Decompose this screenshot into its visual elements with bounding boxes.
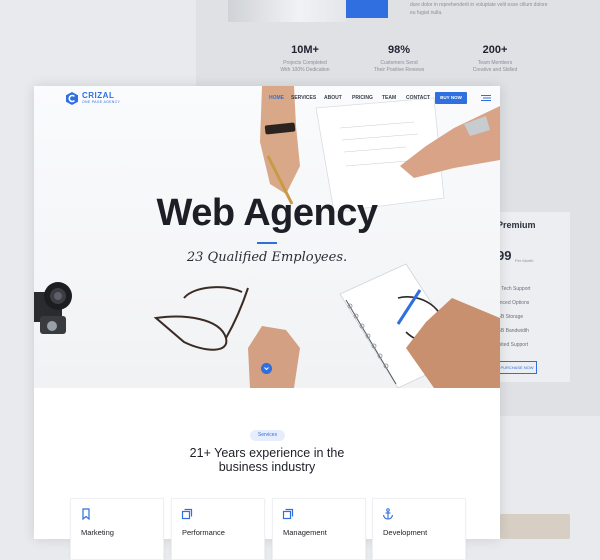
bookmark-icon [82,508,90,520]
headline-underline [257,242,277,244]
nav-item-pricing[interactable]: PRICING [352,95,373,101]
stat-caption: Team Members [477,60,513,66]
service-card-label: Management [283,528,327,537]
stat-item: 10M+ Projects Completed With 100% Dedica… [260,44,350,74]
stat-caption: Creative and Skilled [472,67,518,73]
navbar: CRIZAL ONE PAGE AGENCY HOME SERVICES ABO… [34,86,500,108]
background-blurb-line: eu fugiat nulla. [410,10,443,16]
pricing-feature: anced Options [497,300,530,306]
nav-item-contact[interactable]: CONTACT [406,95,430,101]
scroll-down-icon[interactable] [261,363,272,374]
nav-item-services[interactable]: SERVICES [291,95,316,101]
service-card-label: Development [383,528,428,537]
pricing-feature: 7 Tech Support [497,286,531,292]
stat-value: 200+ [482,44,508,56]
pricing-feature: GB Bandwidth [497,328,529,334]
avatar [500,514,570,539]
services-heading-line: 21+ Years experience in the [189,446,345,460]
service-card-label: Performance [182,528,225,537]
background-blurb-line: dure dolor in reprehenderit in voluptate… [410,2,548,8]
main-mockup: CRIZAL ONE PAGE AGENCY HOME SERVICES ABO… [34,86,500,560]
service-card-label: Marketing [81,528,114,537]
menu-icon[interactable] [481,95,491,101]
copy-icon [282,508,294,520]
services-heading-line: business industry [218,460,316,474]
background-page-top: dure dolor in reprehenderit in voluptate… [196,0,600,86]
service-card-performance[interactable]: Performance [171,498,265,560]
brand-name[interactable]: CRIZAL [82,91,114,100]
stat-value: 10M+ [291,44,319,56]
nav-item-team[interactable]: TEAM [382,95,396,101]
nav-item-home[interactable]: HOME [269,95,284,101]
pricing-feature: GB Storage [497,314,524,320]
stat-caption: With 100% Dedication [280,67,330,73]
hero-photo [34,86,500,388]
service-card-management[interactable]: Management [272,498,366,560]
service-card-development[interactable]: Development [372,498,466,560]
stat-item: 98% Customers Send Their Positive Review… [354,44,444,74]
background-button [346,0,388,18]
stat-caption: Customers Send [380,60,418,66]
hero-section: CRIZAL ONE PAGE AGENCY HOME SERVICES ABO… [34,86,500,388]
buy-now-button[interactable]: BUY NOW [435,92,467,104]
service-card-marketing[interactable]: Marketing [70,498,164,560]
stat-caption: Their Positive Reviews [373,67,425,73]
pricing-title: Premium [497,220,536,230]
purchase-button[interactable]: PURCHASE NOW [497,361,537,374]
hero-headline: Web Agency [156,192,378,234]
copy-icon [181,508,193,520]
hero-subline: 23 Qualified Employees. [186,250,348,265]
logo-icon [66,92,78,105]
brand-tagline: ONE PAGE AGENCY [82,100,121,104]
pricing-feature: mited Support [497,342,529,348]
stat-item: 200+ Team Members Creative and Skilled [450,44,540,74]
background-thumbnail [228,0,346,22]
pricing-period: Per Month [515,258,534,263]
anchor-icon [382,508,394,520]
stat-value: 98% [387,44,411,56]
stat-caption: Projects Completed [283,60,327,66]
nav-item-about[interactable]: ABOUT [324,95,342,101]
services-pill: Services [250,430,285,441]
services-heading: 21+ Years experience in the business ind… [34,446,500,474]
